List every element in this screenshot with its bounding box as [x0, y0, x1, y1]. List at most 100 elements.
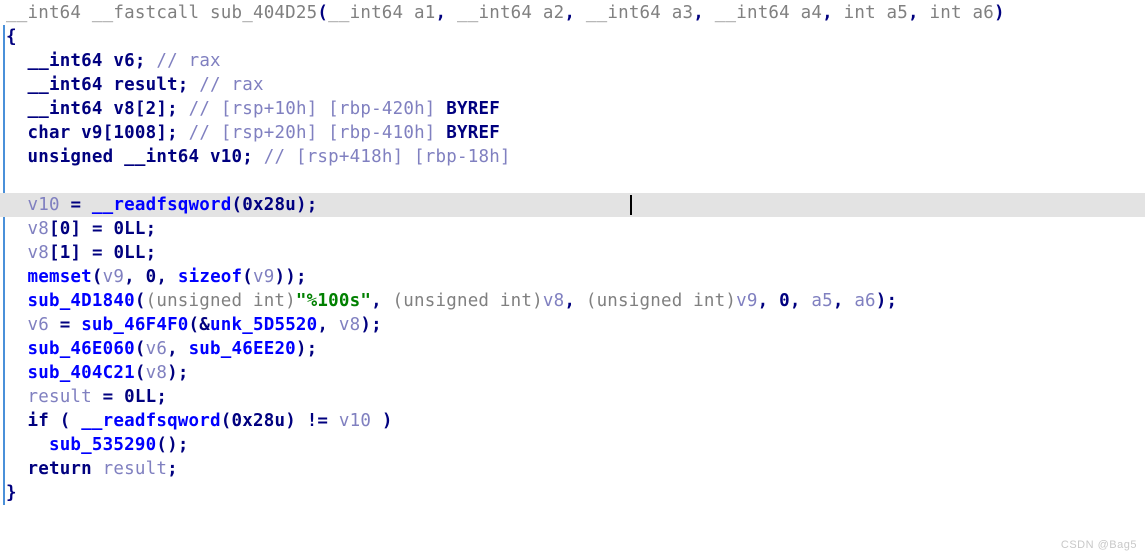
line-result-assign[interactable]: result = 0LL;	[0, 385, 1145, 409]
line-blank-1[interactable]	[0, 169, 1145, 193]
code-token: v8	[542, 291, 565, 311]
code-token: //	[188, 123, 221, 143]
line-v8-1[interactable]: v8[1] = 0LL;	[0, 241, 1145, 265]
code-token: __int64	[457, 3, 533, 23]
code-token: sub_535290	[48, 435, 157, 455]
line-decl-v9[interactable]: char v9[1008]; // [rsp+20h] [rbp-410h] B…	[0, 121, 1145, 145]
code-token: __int64	[27, 75, 103, 95]
code-token: ;	[177, 75, 189, 95]
code-token: ,	[832, 291, 855, 311]
code-token: ,	[564, 3, 576, 23]
code-token: !=	[295, 411, 339, 431]
code-token: )	[167, 363, 178, 383]
code-token: 0x28u	[242, 195, 296, 215]
line-v6-assign[interactable]: v6 = sub_46F4F0(&unk_5D5520, v8);	[0, 313, 1145, 337]
code-token: )	[993, 3, 1005, 23]
line-open-brace[interactable]: {	[0, 25, 1145, 49]
line-sub-46E060[interactable]: sub_46E060(v6, sub_46EE20);	[0, 337, 1145, 361]
code-token: =	[81, 219, 114, 239]
code-token: v8	[27, 243, 49, 263]
line-assign-v10[interactable]: v10 = __readfsqword(0x28u);	[0, 193, 1145, 217]
code-token: ,	[317, 315, 339, 335]
code-token: =	[59, 195, 92, 215]
code-area[interactable]: __int64 __fastcall sub_404D25(__int64 a1…	[0, 0, 1145, 505]
code-token: __readfsqword	[91, 195, 232, 215]
code-token: //	[263, 147, 296, 167]
code-token: [	[102, 123, 114, 143]
line-decl-result[interactable]: __int64 result; // rax	[0, 73, 1145, 97]
code-token: {	[6, 27, 17, 47]
code-token: v9	[102, 267, 125, 287]
code-token: (	[242, 267, 254, 287]
code-token: =	[81, 243, 114, 263]
code-token: rax	[188, 51, 221, 71]
line-decl-v10[interactable]: unsigned __int64 v10; // [rsp+418h] [rbp…	[0, 145, 1145, 169]
code-token: char	[27, 123, 71, 143]
code-token: result	[102, 459, 168, 479]
text-caret	[630, 195, 632, 215]
line-memset[interactable]: memset(v9, 0, sizeof(v9));	[0, 265, 1145, 289]
code-token: )	[285, 267, 297, 287]
line-decl-v6[interactable]: __int64 v6; // rax	[0, 49, 1145, 73]
code-token: sub_404C21	[27, 363, 135, 383]
line-sub-4D1840[interactable]: sub_4D1840((unsigned int)"%100s", (unsig…	[0, 289, 1145, 313]
code-token: (	[188, 315, 200, 335]
code-token: //	[199, 75, 232, 95]
code-token: __int64	[714, 3, 790, 23]
code-token: a6	[854, 291, 876, 311]
code-token: ,	[822, 3, 833, 23]
code-token: =	[48, 315, 82, 335]
code-token: __int64	[585, 3, 662, 23]
code-token: ;	[886, 291, 898, 311]
code-token: ,	[371, 291, 393, 311]
code-token: ]	[70, 219, 82, 239]
code-token: v9	[253, 267, 275, 287]
code-token: (	[134, 363, 146, 383]
line-prototype[interactable]: __int64 __fastcall sub_404D25(__int64 a1…	[0, 1, 1145, 25]
line-if[interactable]: if ( __readfsqword(0x28u) != v10 )	[0, 409, 1145, 433]
code-token: ]	[156, 99, 168, 119]
code-token: ;	[145, 219, 157, 239]
code-token: int a6	[918, 3, 994, 23]
code-token: v8	[102, 99, 135, 119]
line-close-brace[interactable]: }	[0, 481, 1145, 505]
code-token: v9	[736, 291, 758, 311]
code-token: sub_46EE20	[188, 339, 296, 359]
line-return[interactable]: return result;	[0, 457, 1145, 481]
code-token: v8	[27, 219, 49, 239]
pseudocode-view[interactable]: __int64 __fastcall sub_404D25(__int64 a1…	[0, 0, 1145, 559]
code-token: ;	[177, 435, 189, 455]
code-token: ]	[156, 123, 168, 143]
code-token: rax	[231, 75, 264, 95]
code-token: &	[199, 315, 211, 335]
code-token: a5	[811, 291, 833, 311]
code-token: 0LL	[113, 219, 146, 239]
code-token: (	[231, 195, 243, 215]
line-sub-404C21[interactable]: sub_404C21(v8);	[0, 361, 1145, 385]
code-token: ;	[296, 267, 307, 287]
code-token: v10	[199, 147, 243, 167]
code-token: ;	[306, 339, 318, 359]
code-token: v10	[27, 195, 60, 215]
code-token: sub_4D1840	[27, 291, 135, 311]
code-token: )	[274, 267, 286, 287]
line-sub-535290[interactable]: sub_535290();	[0, 433, 1145, 457]
code-token: ;	[306, 195, 318, 215]
line-v8-0[interactable]: v8[0] = 0LL;	[0, 217, 1145, 241]
code-token: sub_46F4F0	[81, 315, 189, 335]
code-token: a4	[789, 3, 823, 23]
code-token: (	[317, 3, 329, 23]
line-decl-v8[interactable]: __int64 v8[2]; // [rsp+10h] [rbp-420h] B…	[0, 97, 1145, 121]
